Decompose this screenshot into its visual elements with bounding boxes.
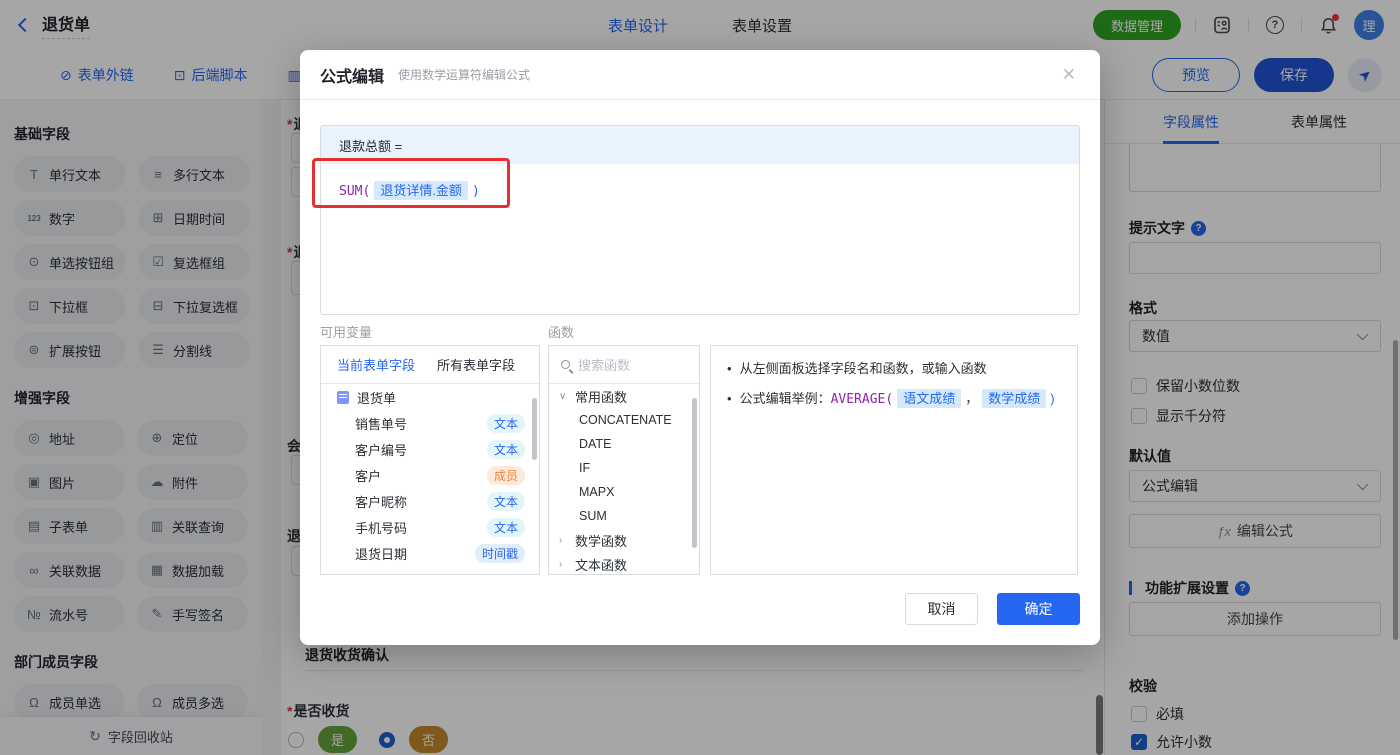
close-icon[interactable]: ✕ bbox=[1062, 65, 1076, 85]
variable-item[interactable]: 销售单号 文本 bbox=[321, 410, 539, 436]
formula-expression[interactable]: SUM(退货详情.金额) bbox=[321, 164, 1079, 215]
formula-field-chip[interactable]: 退货详情.金额 bbox=[374, 181, 468, 200]
help-tip-2: 公式编辑举例：AVERAGE(语文成绩，数学成绩) bbox=[739, 389, 1055, 408]
bullet-icon: • bbox=[727, 361, 732, 376]
chevron-down-icon: ∨ bbox=[559, 390, 567, 402]
function-item-date[interactable]: DATE bbox=[549, 432, 699, 456]
tab-all-form-fields[interactable]: 所有表单字段 bbox=[437, 355, 515, 374]
help-tip-1: 从左侧面板选择字段名和函数，或输入函数 bbox=[739, 361, 987, 376]
functions-label: 函数 bbox=[548, 325, 575, 340]
formula-editor-modal: 公式编辑 使用数学运算符编辑公式 ✕ 退款总额 = SUM(退货详情.金额) 可… bbox=[300, 50, 1100, 645]
functions-scrollbar[interactable] bbox=[692, 398, 697, 548]
formula-function: SUM( bbox=[339, 184, 371, 199]
cancel-button[interactable]: 取消 bbox=[905, 593, 978, 625]
function-item-if[interactable]: IF bbox=[549, 456, 699, 480]
tab-current-form-fields[interactable]: 当前表单字段 bbox=[337, 355, 415, 374]
formula-target: 退款总额 = bbox=[321, 126, 1079, 164]
function-item-concatenate[interactable]: CONCATENATE bbox=[549, 408, 699, 432]
search-placeholder: 搜索函数 bbox=[578, 358, 631, 373]
type-badge: 时间戳 bbox=[474, 543, 525, 563]
variables-scrollbar[interactable] bbox=[532, 398, 537, 460]
chevron-right-icon: › bbox=[559, 558, 563, 570]
variable-item[interactable]: 客户 成员 bbox=[321, 462, 539, 488]
formula-help-panel: • 从左侧面板选择字段名和函数，或输入函数 • 公式编辑举例：AVERAGE(语… bbox=[710, 345, 1078, 575]
variable-item[interactable]: 客户昵称 文本 bbox=[321, 488, 539, 514]
function-group-common[interactable]: ∨ 常用函数 bbox=[549, 384, 699, 408]
formula-editor[interactable]: 退款总额 = SUM(退货详情.金额) bbox=[320, 125, 1080, 315]
variables-label: 可用变量 bbox=[320, 325, 373, 340]
variable-item[interactable]: 退货日期 时间戳 bbox=[321, 540, 539, 566]
variable-item[interactable]: 手机号码 文本 bbox=[321, 514, 539, 540]
example-chip: 语文成绩 bbox=[897, 389, 962, 408]
bullet-icon: • bbox=[727, 391, 732, 406]
function-group-math[interactable]: › 数学函数 bbox=[549, 528, 699, 552]
chevron-right-icon: › bbox=[559, 534, 563, 546]
function-item-mapx[interactable]: MAPX bbox=[549, 480, 699, 504]
type-badge: 文本 bbox=[486, 517, 525, 537]
type-badge: 文本 bbox=[486, 491, 525, 511]
modal-subtitle: 使用数学运算符编辑公式 bbox=[398, 68, 531, 82]
function-search-input[interactable]: 搜索函数 bbox=[549, 346, 699, 384]
confirm-button[interactable]: 确定 bbox=[997, 593, 1080, 625]
variable-tree-root[interactable]: 退货单 bbox=[321, 384, 539, 410]
modal-title: 公式编辑 bbox=[320, 68, 385, 86]
example-chip: 数学成绩 bbox=[982, 389, 1047, 408]
type-badge: 文本 bbox=[486, 413, 525, 433]
variable-item[interactable]: 客户编号 文本 bbox=[321, 436, 539, 462]
search-icon bbox=[561, 360, 570, 369]
variables-panel: 当前表单字段 所有表单字段 退货单 销售单号 文本 客户编号 文本 客户 成员 客户昵… bbox=[320, 345, 540, 575]
functions-panel: 搜索函数 ∨ 常用函数 CONCATENATE DATE IF MAPX SUM … bbox=[548, 345, 700, 575]
example-function: AVERAGE( bbox=[830, 392, 894, 407]
function-group-text[interactable]: › 文本函数 bbox=[549, 552, 699, 574]
type-badge: 成员 bbox=[486, 465, 525, 485]
type-badge: 文本 bbox=[486, 439, 525, 459]
function-item-sum[interactable]: SUM bbox=[549, 504, 699, 528]
form-doc-icon bbox=[337, 390, 349, 404]
